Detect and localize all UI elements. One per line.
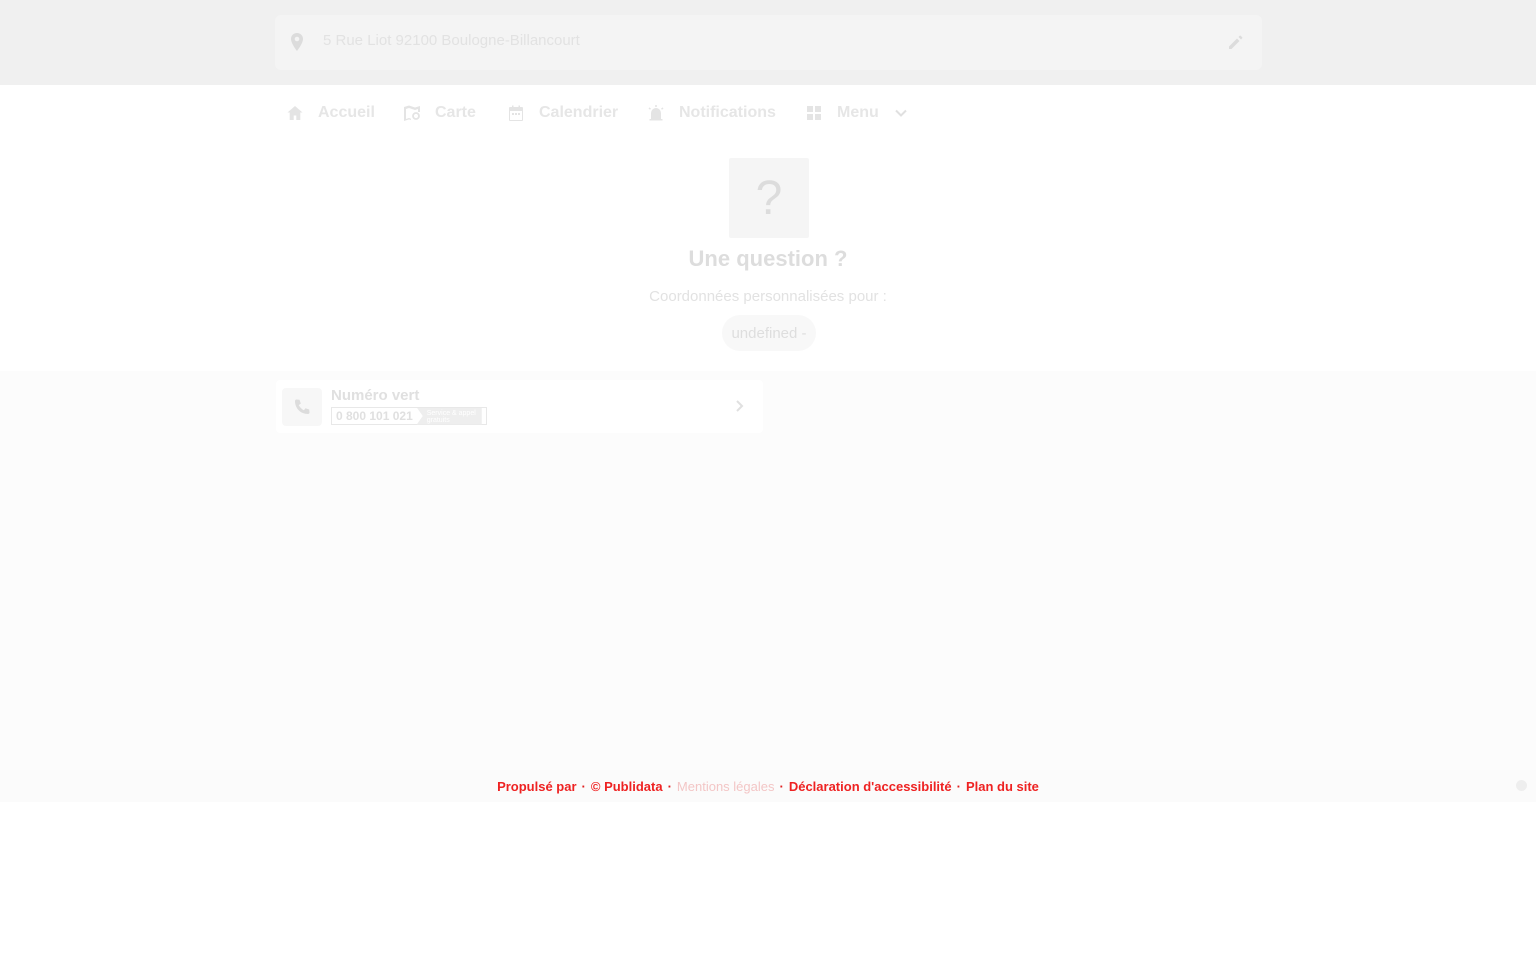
footer: Propulsé par · © Publidata · Mentions lé… <box>0 770 1536 802</box>
footer-link-mentions[interactable]: Mentions légales <box>677 779 775 794</box>
nav-label: Calendrier <box>539 104 619 121</box>
footer-separator: · <box>581 778 586 794</box>
nav-item-menu[interactable]: Menu <box>805 85 909 141</box>
nav-label: Menu <box>837 104 879 121</box>
address-selector[interactable]: 5 Rue Liot 92100 Boulogne-Billancourt <box>275 15 1262 70</box>
footer-links: Propulsé par · © Publidata · Mentions lé… <box>0 770 1536 802</box>
phone-icon-wrapper <box>282 388 322 426</box>
contact-card-numero-vert[interactable]: Numéro vert 0 800 101 021 Service & appe… <box>276 380 763 433</box>
footer-link-powered-by[interactable]: Propulsé par <box>497 779 576 794</box>
chevron-right-icon <box>736 400 744 412</box>
contact-list: Numéro vert 0 800 101 021 Service & appe… <box>0 371 1536 770</box>
nav-label: Notifications <box>679 104 776 121</box>
service-line-1: Service & appel <box>426 409 476 417</box>
top-bar: 5 Rue Liot 92100 Boulogne-Billancourt <box>0 0 1536 85</box>
footer-link-accessibilite[interactable]: Déclaration d'accessibilité <box>789 779 952 794</box>
footer-link-publidata[interactable]: © Publidata <box>591 779 663 794</box>
footer-separator: · <box>667 778 672 794</box>
green-number-badge[interactable]: 0 800 101 021 Service & appel gratuits <box>331 407 487 425</box>
phone-icon <box>295 399 310 414</box>
section-title: Une question ? <box>688 246 848 271</box>
chevron-down-icon <box>895 109 907 117</box>
map-icon <box>404 105 420 121</box>
nav-item-carte[interactable]: Carte <box>403 85 476 141</box>
nav-item-calendrier[interactable]: Calendrier <box>507 85 618 141</box>
calendar-icon <box>509 105 523 121</box>
footer-separator: · <box>956 778 961 794</box>
nav-item-notifications[interactable]: Notifications <box>647 85 776 141</box>
location-pill[interactable]: undefined - <box>722 315 816 351</box>
nav-label: Accueil <box>318 104 375 121</box>
service-line-2: gratuits <box>426 416 450 424</box>
map-pin-icon <box>291 33 303 51</box>
question-section: ? Une question ? Coordonnées personnalis… <box>0 141 1536 371</box>
card-title: Numéro vert <box>331 387 420 404</box>
address-text: 5 Rue Liot 92100 Boulogne-Billancourt <box>323 32 580 49</box>
grid-icon <box>807 106 821 120</box>
home-icon <box>287 106 303 120</box>
main-nav: Accueil Carte Calendrier Notifications M… <box>0 85 1536 142</box>
alarm-icon <box>648 105 664 121</box>
pencil-icon[interactable] <box>1227 33 1245 51</box>
question-mark-icon: ? <box>729 158 809 238</box>
section-subtitle: Coordonnées personnalisées pour : <box>649 288 887 305</box>
nav-label: Carte <box>435 104 476 121</box>
service-tag: Service & appel gratuits <box>416 407 482 425</box>
nav-item-accueil[interactable]: Accueil <box>286 85 375 141</box>
status-dot-icon <box>1516 780 1527 791</box>
footer-link-plan-du-site[interactable]: Plan du site <box>966 779 1039 794</box>
footer-separator: · <box>779 778 784 794</box>
phone-number: 0 800 101 021 <box>336 409 413 423</box>
